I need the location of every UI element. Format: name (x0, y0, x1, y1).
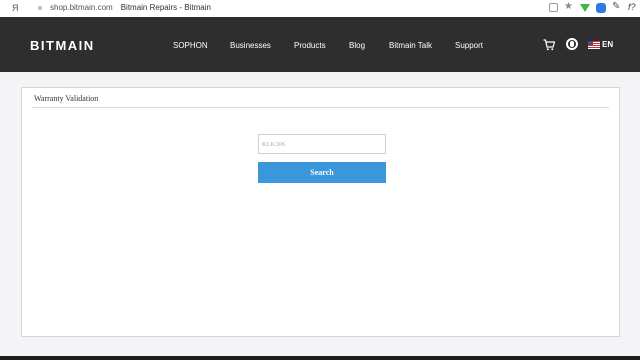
nav-item-sophon[interactable]: SOPHON (173, 41, 208, 50)
warranty-panel: Warranty Validation Search (21, 87, 620, 337)
pen-icon[interactable]: ✎ (612, 2, 622, 13)
extension-shield-icon[interactable] (596, 2, 606, 13)
yandex-icon[interactable]: Я (12, 3, 19, 13)
nav-item-blog[interactable]: Blog (349, 41, 365, 50)
cart-icon[interactable] (543, 39, 555, 51)
extension-icons: ★ ✎ f? (549, 2, 640, 13)
nav-item-bitmain-talk[interactable]: Bitmain Talk (389, 41, 432, 50)
nav-item-support[interactable]: Support (455, 41, 483, 50)
account-icon[interactable] (566, 38, 578, 50)
site-header: BITMAIN SOPHON Businesses Products Blog … (0, 17, 640, 72)
url-text[interactable]: shop.bitmain.com (50, 3, 113, 12)
address-bar[interactable]: shop.bitmain.com Bitmain Repairs - Bitma… (38, 3, 211, 12)
page-title-text: Bitmain Repairs - Bitmain (120, 3, 211, 12)
bottom-edge (0, 356, 640, 360)
panel-divider (32, 107, 609, 108)
panel-title: Warranty Validation (34, 94, 99, 103)
fx-icon[interactable]: f? (628, 2, 638, 13)
nav-item-products[interactable]: Products (294, 41, 326, 50)
download-icon[interactable] (580, 3, 590, 12)
bookmark-star-icon[interactable]: ★ (564, 2, 574, 13)
nav-item-businesses[interactable]: Businesses (230, 41, 271, 50)
serial-search-input[interactable] (258, 134, 386, 154)
bitmain-logo[interactable]: BITMAIN (30, 38, 95, 53)
browser-toolbar: Я shop.bitmain.com Bitmain Repairs - Bit… (0, 0, 640, 17)
us-flag-icon[interactable] (588, 41, 600, 49)
language-selector[interactable]: EN (602, 40, 613, 49)
search-button[interactable]: Search (258, 162, 386, 183)
tab-icon[interactable] (549, 3, 558, 12)
site-info-icon[interactable] (38, 5, 42, 10)
